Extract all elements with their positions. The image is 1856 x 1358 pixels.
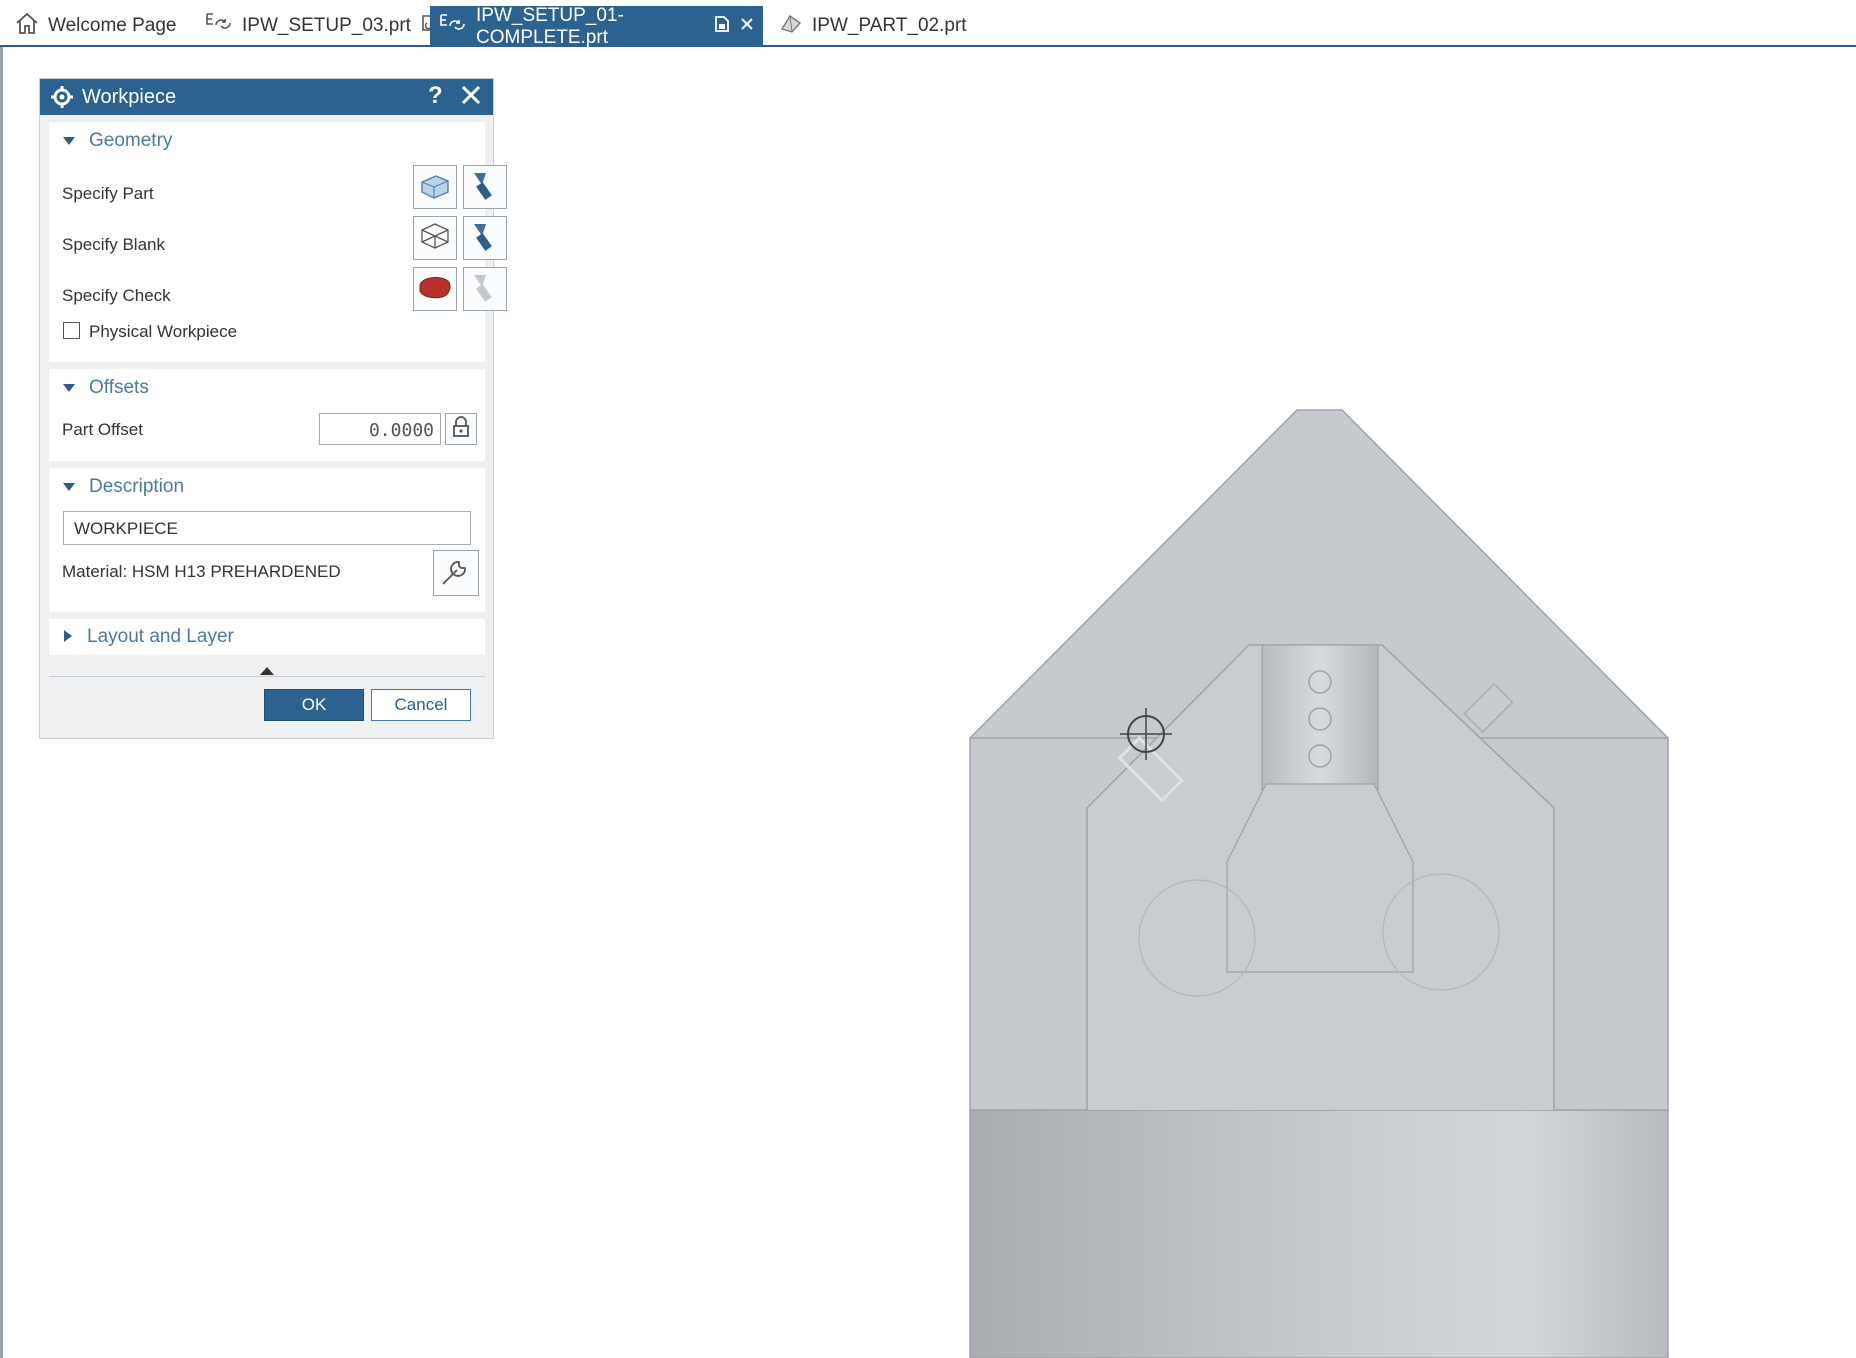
physical-workpiece-label: Physical Workpiece — [89, 322, 238, 341]
cancel-button[interactable]: Cancel — [371, 689, 471, 721]
dialog-title-bar[interactable]: Workpiece ? — [40, 79, 493, 115]
assembly-file-icon — [204, 11, 234, 41]
lock-offset-button[interactable] — [445, 413, 477, 445]
part-offset-label: Part Offset — [62, 420, 143, 439]
assembly-file-icon — [438, 12, 468, 42]
specify-part-label: Specify Part — [62, 184, 154, 203]
collapse-triangle-icon — [63, 476, 75, 498]
description-section-header[interactable]: Description — [63, 476, 184, 498]
section-title: Offsets — [89, 377, 149, 398]
lock-icon — [451, 415, 471, 443]
flashlight-icon — [468, 169, 502, 206]
part-geometry-icon — [418, 170, 452, 205]
document-tab-bar: Welcome Page IPW_SETUP_03.prt IPW_SETUP_… — [0, 0, 1856, 48]
expand-triangle-icon — [63, 626, 73, 648]
collapse-triangle-icon — [63, 377, 75, 399]
select-blank-button[interactable] — [413, 216, 457, 260]
tab-label: IPW_SETUP_03.prt — [242, 15, 411, 36]
geometry-section-header[interactable]: Geometry — [63, 130, 172, 152]
geometry-section: Geometry Specify Part Specify Blank Spec… — [49, 122, 507, 362]
close-tab-icon[interactable] — [739, 16, 755, 38]
tab-label: IPW_SETUP_01-COMPLETE.prt — [476, 4, 624, 48]
show-check-button — [463, 267, 507, 311]
part-file-icon — [778, 11, 804, 41]
description-field[interactable]: WORKPIECE — [63, 511, 471, 545]
layout-and-layer-section: Layout and Layer — [49, 619, 485, 655]
dialog-title: Workpiece — [82, 86, 177, 108]
tab-welcome-page[interactable]: Welcome Page — [6, 6, 185, 46]
physical-workpiece-checkbox[interactable] — [63, 322, 80, 339]
specify-blank-label: Specify Blank — [62, 235, 165, 254]
assign-material-button[interactable] — [433, 550, 479, 596]
tab-ipw-setup-03[interactable]: IPW_SETUP_03.prt — [196, 6, 445, 46]
flashlight-disabled-icon — [468, 271, 502, 308]
blank-geometry-icon — [418, 220, 452, 257]
show-less-arrow-icon[interactable] — [260, 663, 274, 681]
tab-ipw-setup-01-complete[interactable]: IPW_SETUP_01-COMPLETE.prt — [430, 4, 763, 48]
collapse-triangle-icon — [63, 130, 75, 152]
tab-label: IPW_PART_02.prt — [812, 15, 967, 36]
home-icon — [14, 11, 40, 41]
check-geometry-icon — [416, 273, 454, 306]
offsets-section-header[interactable]: Offsets — [63, 377, 149, 399]
close-dialog-button[interactable] — [458, 82, 484, 114]
wrench-icon — [439, 554, 473, 593]
specify-check-label: Specify Check — [62, 286, 171, 305]
part-offset-field[interactable]: 0.0000 — [319, 413, 441, 445]
select-part-button[interactable] — [413, 165, 457, 209]
tab-ipw-part-02[interactable]: IPW_PART_02.prt — [770, 6, 975, 46]
offsets-section: Offsets Part Offset 0.0000 — [49, 369, 485, 461]
workpiece-model[interactable] — [969, 409, 1669, 1358]
description-section: Description WORKPIECE Material: HSM H13 … — [49, 468, 485, 612]
workpiece-dialog: Workpiece ? Geometry Specify Part Specif… — [39, 78, 507, 739]
gear-icon — [50, 85, 74, 115]
material-label: Material: HSM H13 PREHARDENED — [62, 562, 341, 581]
tab-label: Welcome Page — [48, 15, 177, 36]
section-title: Description — [89, 476, 185, 497]
save-state-icon[interactable] — [713, 14, 731, 40]
show-part-button[interactable] — [463, 165, 507, 209]
ok-button[interactable]: OK — [264, 689, 364, 721]
layout-and-layer-section-header[interactable]: Layout and Layer — [63, 626, 234, 648]
flashlight-icon — [468, 220, 502, 257]
show-blank-button[interactable] — [463, 216, 507, 260]
select-check-button[interactable] — [413, 267, 457, 311]
section-title: Layout and Layer — [87, 626, 234, 647]
help-button[interactable]: ? — [428, 82, 443, 110]
footer-divider — [49, 676, 485, 677]
section-title: Geometry — [89, 130, 173, 151]
